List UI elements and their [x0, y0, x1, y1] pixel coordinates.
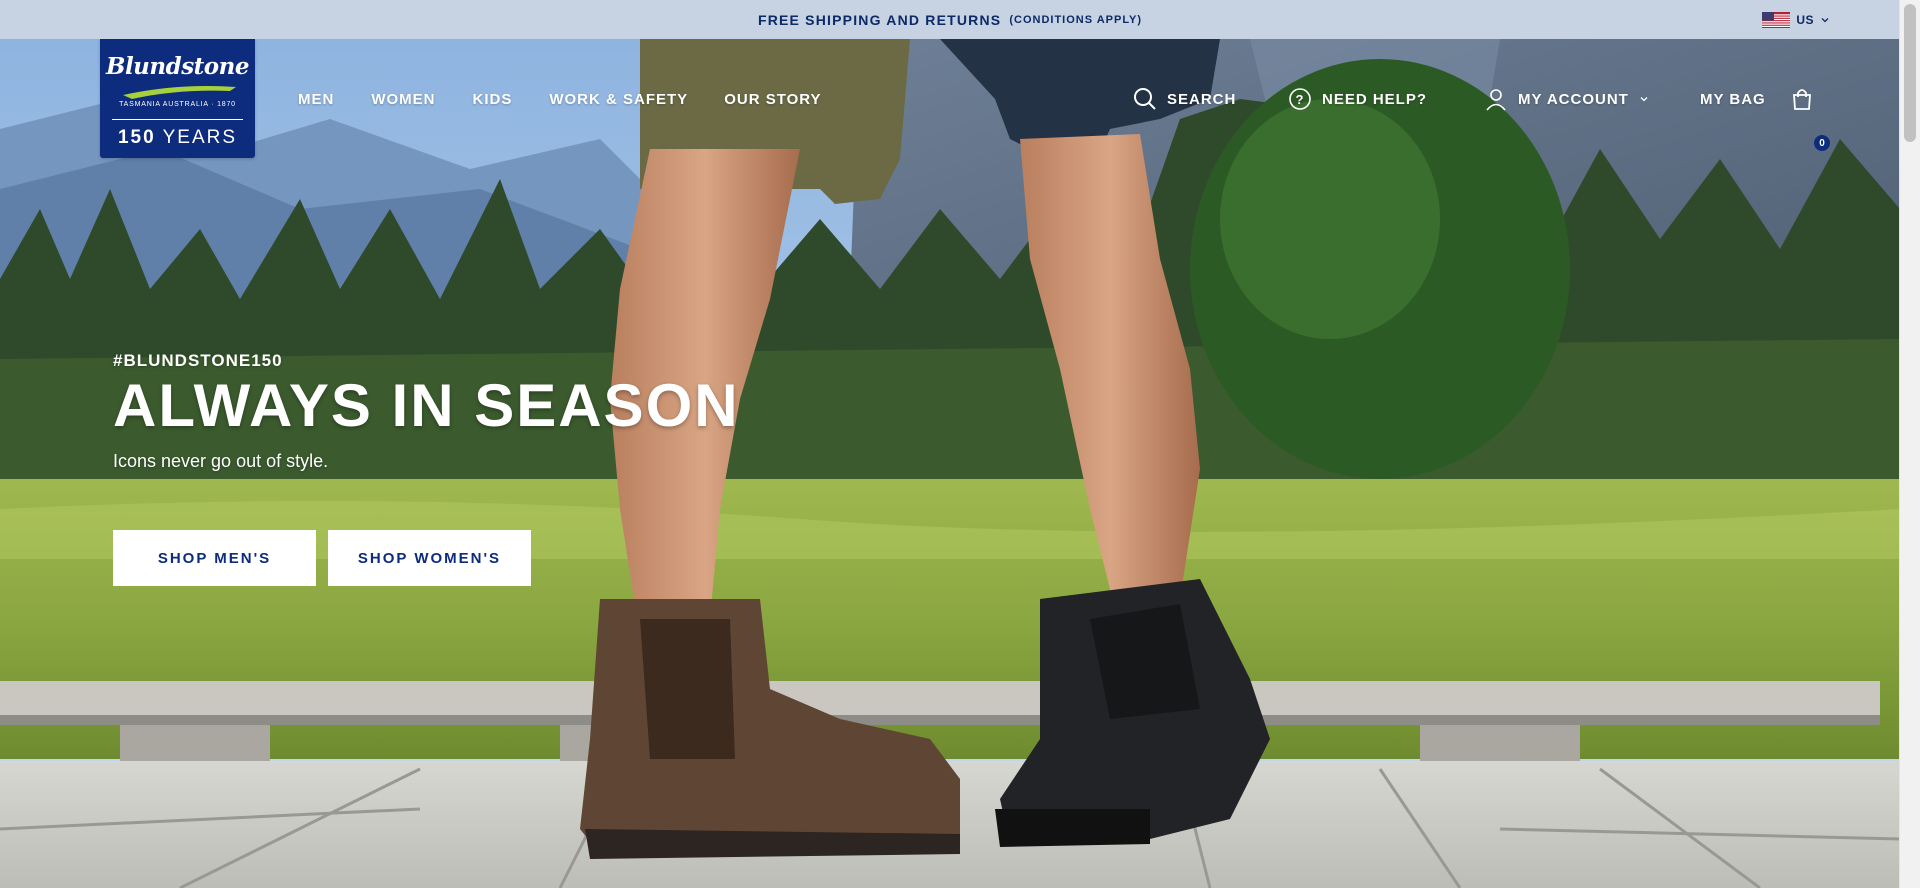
- logo-years-number: 150: [117, 127, 156, 148]
- us-flag-icon: [1762, 11, 1791, 28]
- chevron-down-icon: [1640, 97, 1648, 102]
- logo-divider: [112, 119, 243, 120]
- chevron-down-icon: [1821, 17, 1829, 22]
- page-scrollbar[interactable]: [1899, 0, 1920, 888]
- help-label: NEED HELP?: [1322, 90, 1428, 108]
- logo-wordmark: Blundstone: [106, 53, 249, 80]
- user-icon: [1486, 89, 1506, 111]
- site-header: Blundstone TASMANIA AUSTRALIA · 1870 150…: [0, 39, 1900, 169]
- hero-cta-group: SHOP MEN'S SHOP WOMEN'S: [113, 530, 531, 586]
- account-label: MY ACCOUNT: [1518, 90, 1629, 108]
- search-button[interactable]: SEARCH: [1133, 87, 1236, 111]
- shopping-bag-icon: [1792, 89, 1811, 110]
- shop-womens-button[interactable]: SHOP WOMEN'S: [328, 530, 531, 586]
- hero-copy: #BLUNDSTONE150 ALWAYS IN SEASON Icons ne…: [113, 351, 740, 472]
- help-icon: ?: [1289, 88, 1311, 110]
- logo-anniversary: 150 YEARS: [100, 127, 255, 149]
- help-button[interactable]: ? NEED HELP?: [1288, 87, 1427, 111]
- bag-label: MY BAG: [1700, 90, 1766, 108]
- bag-count-badge: 0: [1814, 135, 1830, 151]
- promo-conditions[interactable]: (CONDITIONS APPLY): [1009, 14, 1142, 26]
- bag-button[interactable]: MY BAG: [1700, 87, 1814, 111]
- shop-mens-button[interactable]: SHOP MEN'S: [113, 530, 316, 586]
- region-selector[interactable]: US: [1762, 0, 1830, 39]
- hero-hashtag: #BLUNDSTONE150: [113, 351, 283, 370]
- promo-bar: FREE SHIPPING AND RETURNS (CONDITIONS AP…: [0, 0, 1900, 39]
- promo-text: FREE SHIPPING AND RETURNS: [757, 11, 1002, 28]
- search-label: SEARCH: [1167, 90, 1237, 108]
- scrollbar-thumb[interactable]: [1904, 4, 1916, 142]
- region-label: US: [1796, 12, 1814, 27]
- logo-years-word: YEARS: [162, 127, 238, 148]
- utility-nav: SEARCH ? NEED HELP? MY ACCOUNT MY BAG 0: [0, 87, 1900, 151]
- account-menu[interactable]: MY ACCOUNT: [1484, 87, 1649, 111]
- search-icon: [1134, 88, 1156, 110]
- hero-headline: ALWAYS IN SEASON: [113, 372, 740, 439]
- hero-subline: Icons never go out of style.: [113, 451, 329, 471]
- svg-text:?: ?: [1296, 92, 1305, 107]
